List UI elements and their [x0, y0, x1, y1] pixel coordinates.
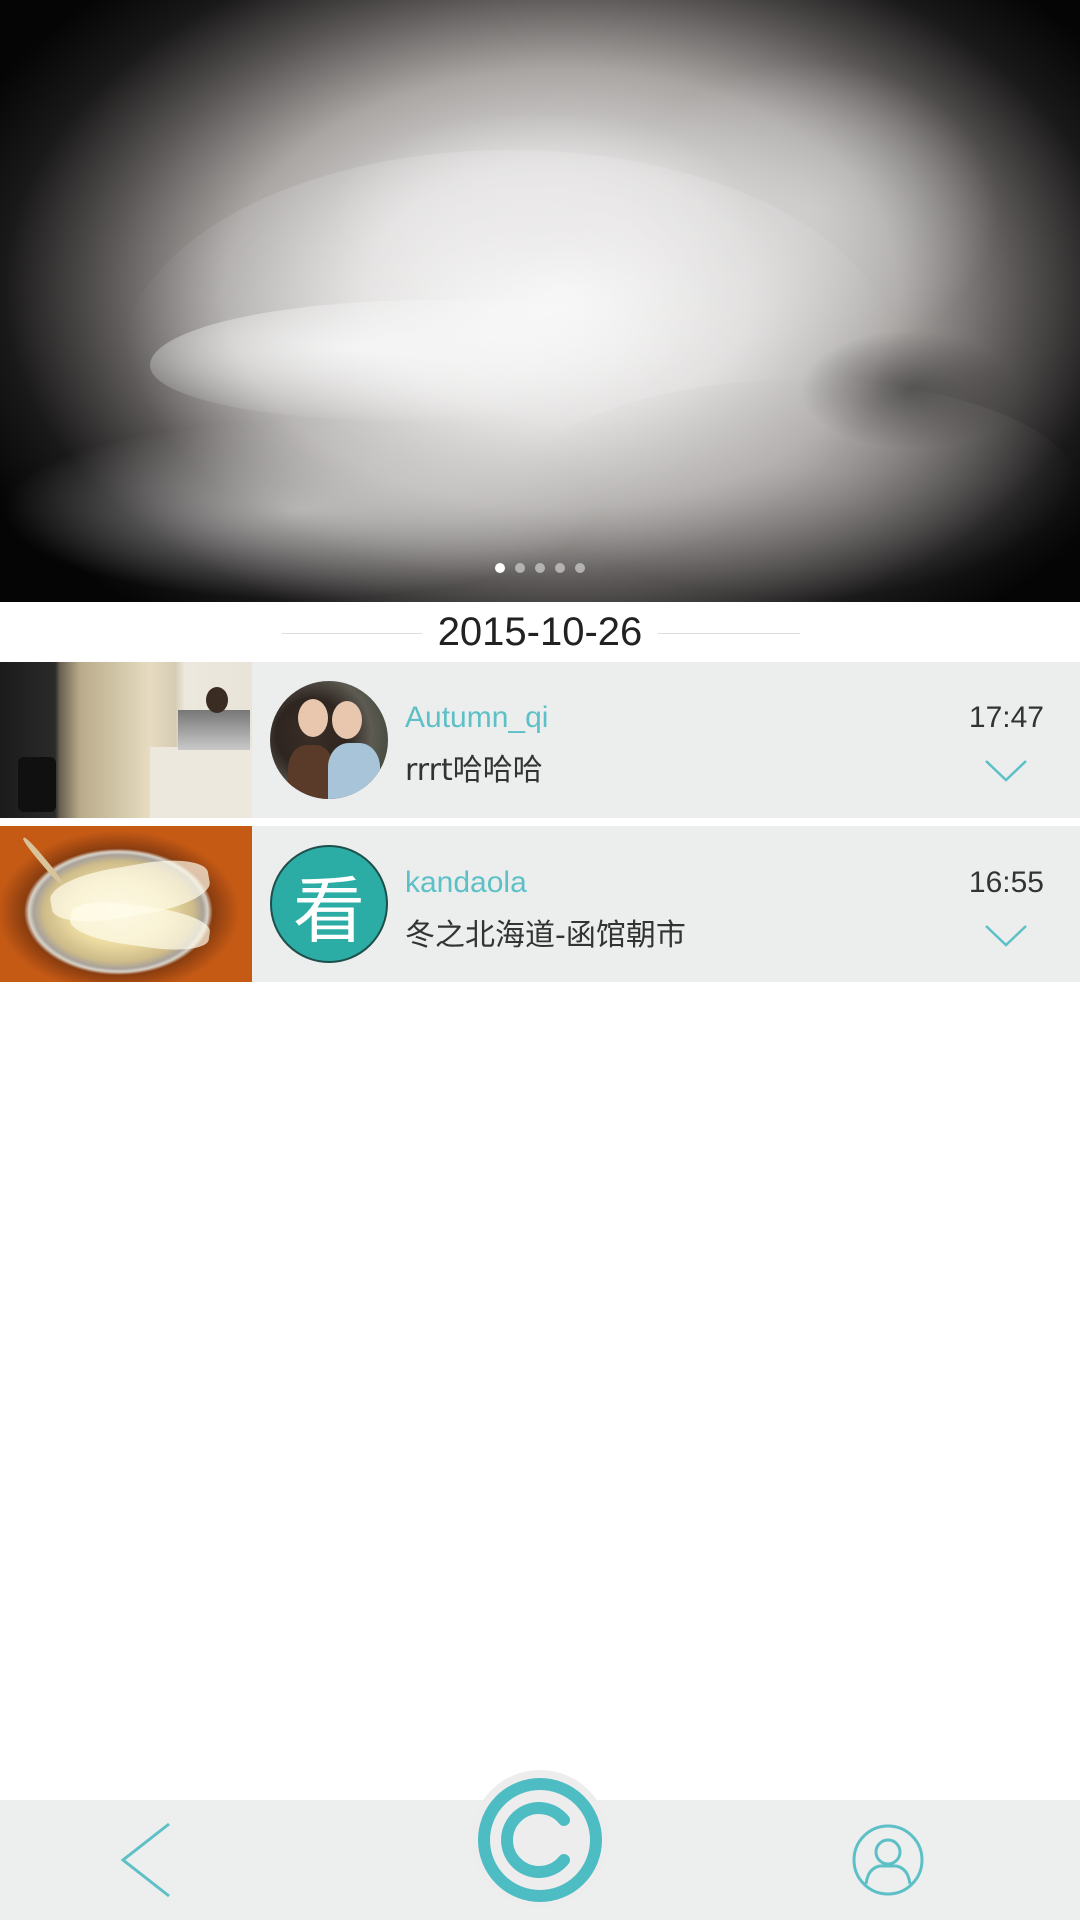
banner-image-petal [800, 330, 1020, 450]
post-time: 16:55 [968, 866, 1044, 899]
page-dot [515, 563, 525, 573]
back-chevron-icon[interactable] [115, 1820, 175, 1900]
hero-banner[interactable] [0, 0, 1080, 602]
thumbnail-detail [21, 836, 65, 886]
feed-item[interactable]: Autumn_qi rrrt哈哈哈 17:47 [0, 662, 1080, 818]
kandaola-c-logo-icon[interactable] [476, 1776, 604, 1904]
post-message: rrrt哈哈哈 [405, 753, 543, 788]
thumbnail-detail [150, 747, 252, 818]
divider-line [658, 633, 800, 634]
banner-image-petal [330, 110, 750, 310]
page-dot-active [495, 563, 505, 573]
thumbnail-detail [206, 687, 228, 713]
date-header: 2015-10-26 [0, 602, 1080, 662]
post-time: 17:47 [968, 701, 1044, 734]
user-profile-icon[interactable] [850, 1822, 926, 1898]
user-avatar[interactable]: 看 [270, 845, 388, 963]
page-dot [535, 563, 545, 573]
username[interactable]: kandaola [405, 866, 527, 900]
page-dot [575, 563, 585, 573]
thumbnail-detail [178, 710, 250, 750]
post-thumbnail[interactable] [0, 826, 252, 982]
user-avatar[interactable] [270, 681, 388, 799]
feed-item[interactable]: 看 kandaola 冬之北海道-函馆朝市 16:55 [0, 826, 1080, 982]
post-thumbnail[interactable] [0, 662, 252, 818]
page-dot [555, 563, 565, 573]
kandaola-logo-icon: 看 [292, 868, 365, 953]
avatar-detail [332, 701, 362, 739]
thumbnail-detail [67, 896, 213, 956]
banner-page-indicator [0, 563, 1080, 573]
username[interactable]: Autumn_qi [405, 701, 548, 735]
date-label: 2015-10-26 [437, 610, 643, 654]
chevron-down-icon[interactable] [984, 923, 1028, 949]
avatar-detail [328, 743, 380, 799]
post-message: 冬之北海道-函馆朝市 [405, 918, 686, 953]
avatar-detail [298, 699, 328, 737]
banner-image-petal [0, 420, 600, 600]
chevron-down-icon[interactable] [984, 758, 1028, 784]
thumbnail-detail [18, 757, 56, 812]
